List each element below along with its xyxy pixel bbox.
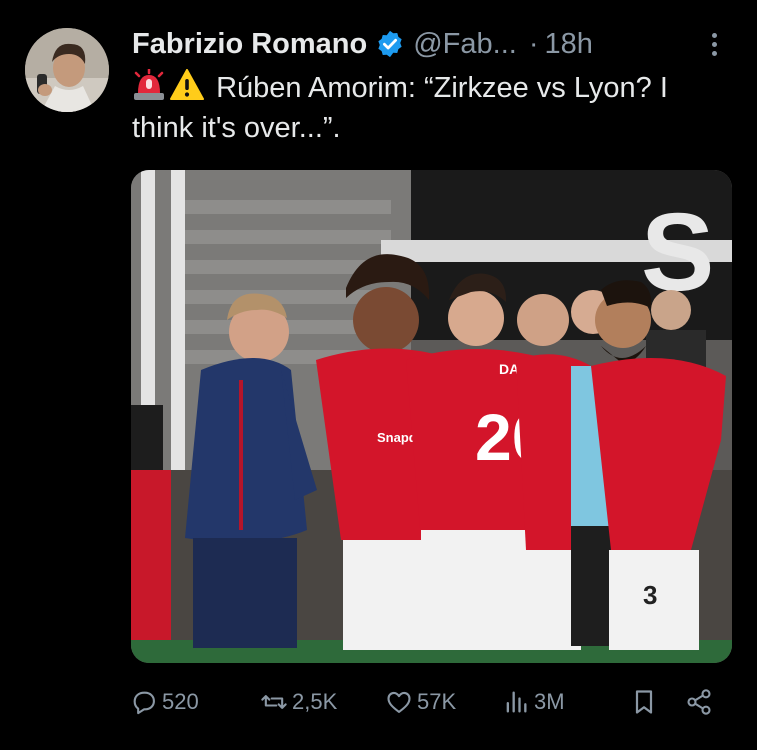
avatar-image (25, 28, 109, 112)
views-count: 3M (534, 689, 565, 714)
reply-count: 520 (162, 689, 199, 714)
bookmark-icon (635, 690, 653, 714)
share-button[interactable] (685, 682, 717, 722)
views-button[interactable]: 3M (502, 682, 565, 722)
shorts-number: 3 (643, 580, 657, 610)
tweet-body: Rúben Amorim: “Zirkzee vs Lyon? I think … (132, 72, 668, 144)
repost-button[interactable]: 2,5K (260, 682, 337, 722)
reply-icon (133, 691, 155, 715)
football-photo: S Snapdragon DALOT 20 (131, 170, 732, 663)
bookmark-button[interactable] (630, 682, 662, 722)
author-avatar[interactable] (25, 28, 109, 112)
verified-badge-icon (378, 30, 402, 58)
tweet-text: Rúben Amorim: “Zirkzee vs Lyon? I think … (132, 68, 722, 148)
tweet-action-bar: 520 2,5K 57K 3M (130, 682, 730, 722)
tweet-timestamp[interactable]: 18h (545, 28, 593, 61)
tweet-header: Fabrizio Romano @Fab... · 18h (132, 24, 732, 64)
reply-button[interactable]: 520 (130, 682, 199, 722)
repost-icon (261, 695, 287, 709)
like-button[interactable]: 57K (385, 682, 456, 722)
separator-dot: · (528, 27, 539, 60)
repost-count: 2,5K (292, 689, 338, 714)
warning-emoji (170, 69, 204, 100)
views-chart-icon (506, 691, 527, 713)
author-handle[interactable]: @Fab... (413, 28, 517, 61)
author-name[interactable]: Fabrizio Romano (132, 28, 367, 61)
tweet-photo[interactable]: S Snapdragon DALOT 20 (131, 170, 732, 663)
like-count: 57K (417, 689, 457, 714)
more-options-icon[interactable] (705, 30, 723, 60)
rotating-light-emoji (134, 69, 164, 100)
heart-icon (387, 691, 411, 713)
share-icon (687, 689, 711, 715)
